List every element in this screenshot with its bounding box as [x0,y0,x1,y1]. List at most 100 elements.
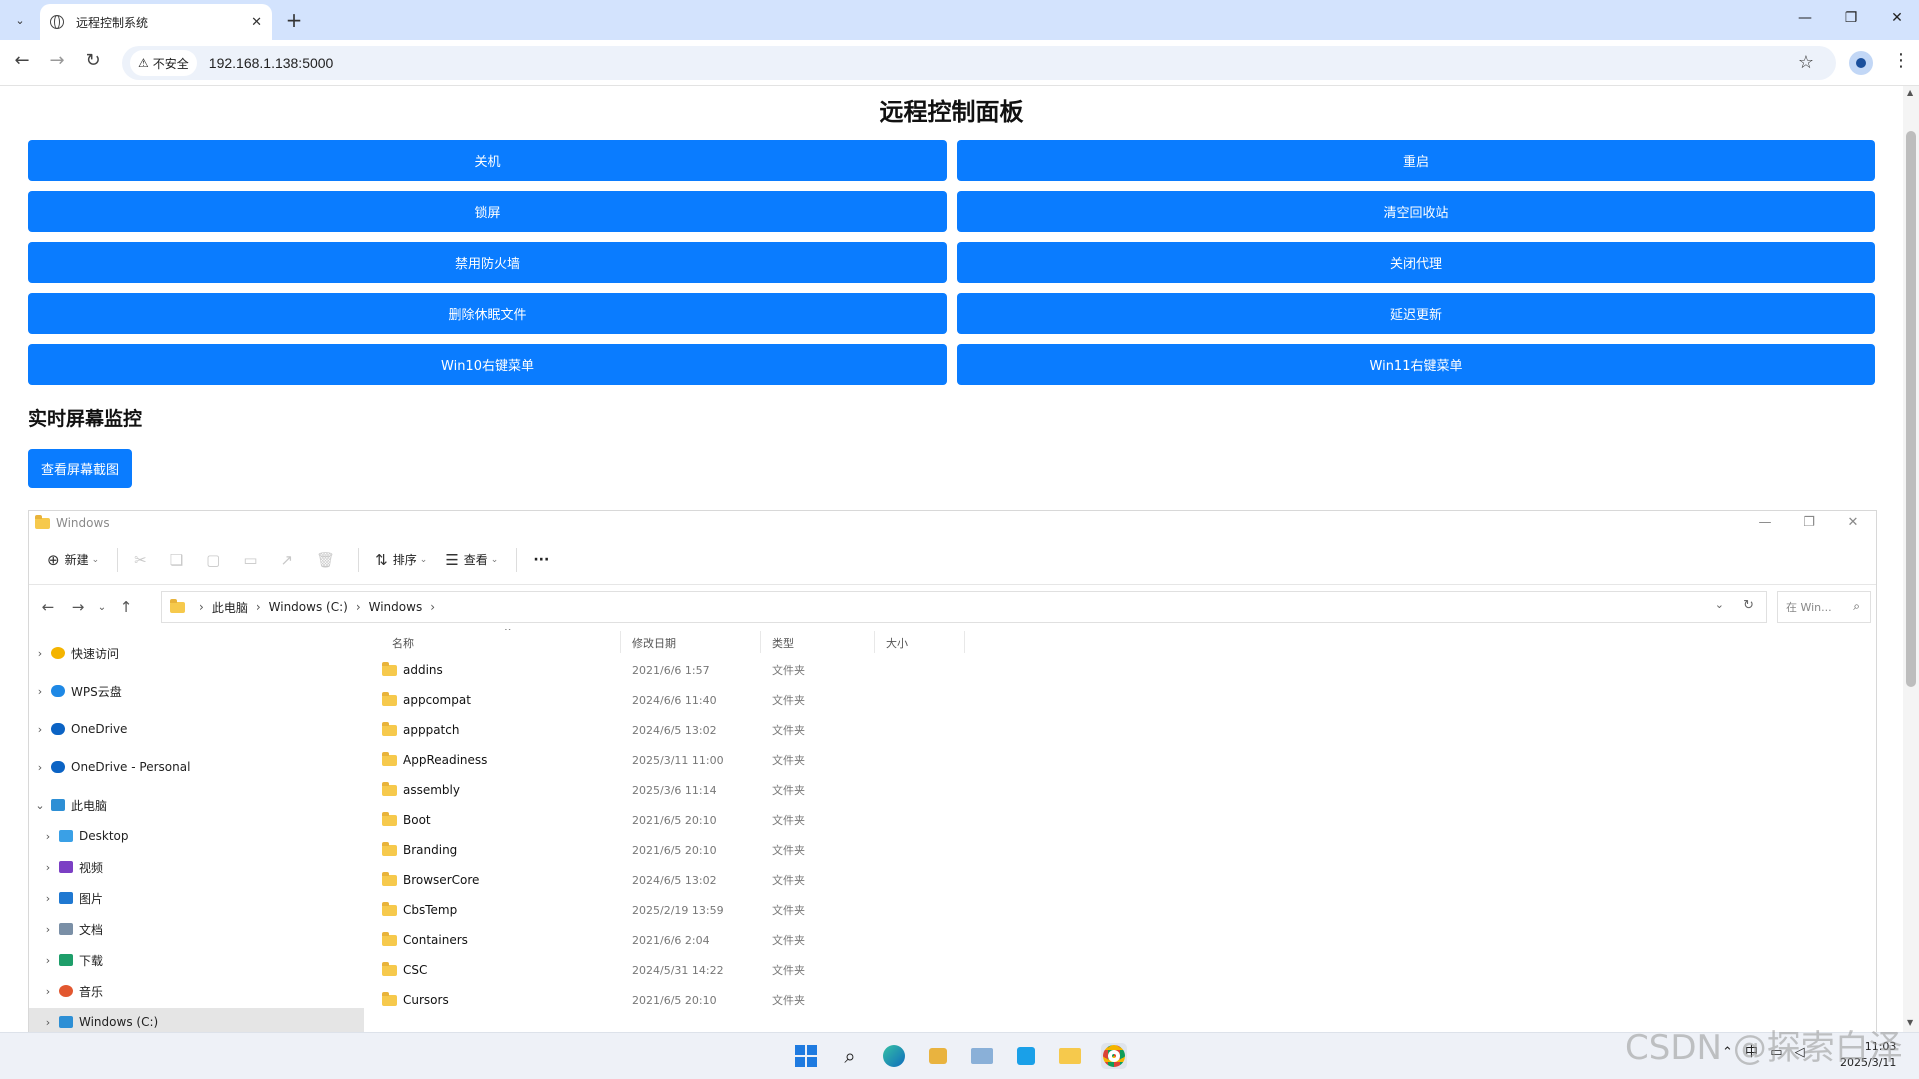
file-list-pane: 名称 ^ 修改日期 类型 大小 addins 2021/6/6 1:57 文件夹 ap… [364,629,1619,1032]
drive-icon [59,1016,73,1028]
page-content: 远程控制面板 关机 重启 锁屏 清空回收站 禁用防火墙 关闭代理 删除休眠文件 … [0,86,1903,1032]
page-scrollbar-thumb[interactable] [1906,131,1916,687]
page-title: 远程控制面板 [879,98,1024,126]
folder-icon [382,841,397,856]
disable-firewall-button[interactable]: 禁用防火墙 [28,242,947,283]
delete-hibernation-button[interactable]: 删除休眠文件 [28,293,947,334]
column-name: 名称 [392,637,414,650]
picture-icon [59,892,73,904]
file-name: CSC [382,961,427,977]
nav-item-this-pc: ⌄ 此电脑 [35,798,108,813]
explorer-address-row: ← → ⌄ ↑ › 此电脑 › Windows (C:) › Windows ›… [29,585,1876,629]
folder-icon [170,598,185,613]
scroll-down-icon[interactable]: ▼ [1907,1018,1913,1027]
column-modified: 修改日期 [632,637,676,650]
file-type: 文件夹 [772,664,805,677]
plus-circle-icon: ⊕ [47,550,60,569]
search-icon[interactable]: ⌕ [837,1043,863,1069]
breadcrumb-item: 此电脑 [211,600,248,615]
explorer-search-box: 在 Win... ⌕ [1777,591,1871,623]
nav-item-music: › 音乐 [45,984,104,999]
profile-avatar[interactable] [1849,51,1873,75]
security-chip[interactable]: ⚠ 不安全 [130,50,197,76]
restore-icon[interactable]: ❐ [1841,10,1861,26]
nav-item-videos: › 视频 [45,860,104,875]
sort-up-icon: ^ [504,629,512,637]
photos-icon[interactable] [969,1043,995,1069]
file-date: 2024/5/31 14:22 [632,963,724,977]
lock-app-icon[interactable] [925,1043,951,1069]
music-icon [59,985,73,997]
address-bar[interactable]: ⚠ 不安全 192.168.1.138:5000 ☆ [122,46,1836,80]
win11-context-menu-button[interactable]: Win11右键菜单 [957,344,1875,385]
url-text[interactable]: 192.168.1.138:5000 [209,55,334,71]
file-explorer-icon[interactable] [1057,1043,1083,1069]
download-icon [59,954,73,966]
scroll-up-icon[interactable]: ▲ [1907,88,1913,97]
file-row: appcompat 2024/6/6 11:40 文件夹 [364,685,1574,715]
nav-item-onedrive-personal: › OneDrive - Personal [37,760,191,774]
bookmark-star-icon[interactable]: ☆ [1798,52,1814,73]
file-date: 2021/6/5 20:10 [632,993,717,1007]
lock-screen-button[interactable]: 锁屏 [28,191,947,232]
edge-icon[interactable] [881,1043,907,1069]
file-date: 2024/6/6 11:40 [632,693,717,707]
file-name: Cursors [382,991,449,1007]
chevron-down-icon: ⌄ [97,601,107,613]
new-tab-button[interactable]: + [282,8,306,32]
nav-item-onedrive: › OneDrive [37,722,128,736]
back-icon[interactable]: ← [9,50,35,71]
desktop-icon [59,830,73,842]
page-scrollbar[interactable]: ▲ ▼ [1903,86,1919,1032]
file-row: apppatch 2024/6/5 13:02 文件夹 [364,715,1574,745]
file-name: appcompat [382,691,471,707]
new-button: ⊕ 新建 ⌄ [47,550,100,569]
file-row: AppReadiness 2025/3/11 11:00 文件夹 [364,745,1574,775]
breadcrumb-item: Windows [368,600,423,614]
chrome-icon[interactable] [1101,1043,1127,1069]
breadcrumb-item: Windows (C:) [268,600,348,614]
browser-menu-icon[interactable]: ⋮ [1892,50,1910,71]
nav-item-quick-access: › 快速访问 [37,646,120,661]
nav-item-desktop: › Desktop [45,829,129,843]
chevron-down-icon: ⌄ [1714,598,1724,611]
win10-context-menu-button[interactable]: Win10右键菜单 [28,344,947,385]
disable-proxy-button[interactable]: 关闭代理 [957,242,1875,283]
folder-icon [382,961,397,976]
cut-button: ✂ [134,551,152,569]
app-icon[interactable] [1013,1043,1039,1069]
forward-icon[interactable]: → [44,50,70,71]
column-size: 大小 [886,637,908,650]
file-date: 2021/6/6 2:04 [632,933,710,947]
delay-update-button[interactable]: 延迟更新 [957,293,1875,334]
folder-icon [382,871,397,886]
close-tab-icon[interactable]: ✕ [251,15,262,30]
paste-icon: ▢ [206,550,221,569]
file-date: 2025/3/11 11:00 [632,753,724,767]
windows-start-icon[interactable] [793,1043,819,1069]
explorer-command-bar: ⊕ 新建 ⌄ ✂ ❏ ▢ ▭ ↗ 🗑 ⇅ 排序 ⌄ ☰ 查看 ⌄ ··· [29,535,1876,585]
file-date: 2025/3/6 11:14 [632,783,717,797]
reload-icon[interactable]: ↻ [80,50,106,71]
tab-search-button[interactable]: ⌄ [8,8,32,32]
file-row: Boot 2021/6/5 20:10 文件夹 [364,805,1574,835]
close-window-icon[interactable]: ✕ [1887,10,1907,26]
remote-screenshot-explorer: Windows — ❐ ✕ ⊕ 新建 ⌄ ✂ ❏ ▢ ▭ ↗ 🗑 ⇅ 排序 ⌄ ☰ 查看 ⌄… [28,510,1877,1032]
view-screenshot-button[interactable]: 查看屏幕截图 [28,449,132,488]
rename-icon: ▭ [243,550,258,569]
tab-title: 远程控制系统 [76,15,149,30]
file-name: CbsTemp [382,901,457,917]
empty-recycle-bin-button[interactable]: 清空回收站 [957,191,1875,232]
minimize-icon[interactable]: — [1795,10,1815,26]
folder-icon [382,931,397,946]
back-icon: ← [41,598,55,616]
more-button: ··· [533,551,550,568]
browser-tab[interactable]: 远程控制系统 ✕ [40,4,272,40]
file-row: assembly 2025/3/6 11:14 文件夹 [364,775,1574,805]
restart-button[interactable]: 重启 [957,140,1875,181]
shutdown-button[interactable]: 关机 [28,140,947,181]
file-row: Branding 2021/6/5 20:10 文件夹 [364,835,1574,865]
folder-icon [382,811,397,826]
restore-icon: ❐ [1803,515,1815,530]
warning-icon: ⚠ [138,56,149,70]
